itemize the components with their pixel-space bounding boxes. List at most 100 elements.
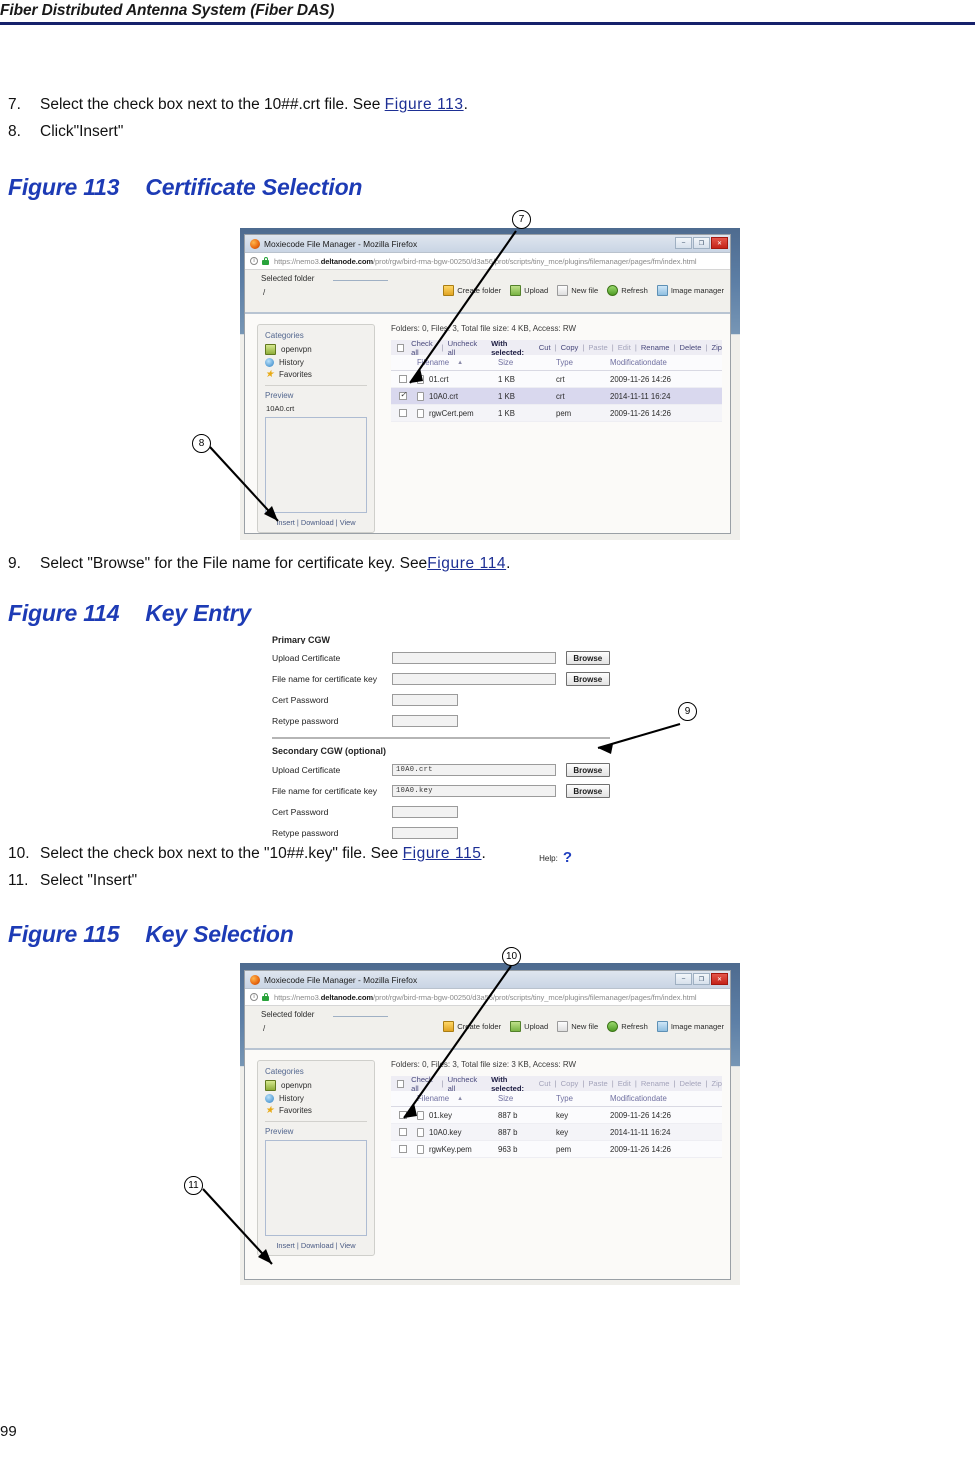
table-row[interactable]: 01.crt 1 KB crt 2009-11-26 14:26	[391, 371, 722, 388]
master-checkbox[interactable]	[397, 1079, 405, 1088]
check-all-link[interactable]: Check all	[411, 1075, 438, 1093]
table-row[interactable]: rgwKey.pem 963 b pem 2009-11-26 14:26	[391, 1141, 722, 1158]
row-checkbox[interactable]	[399, 1128, 407, 1136]
image-manager-button[interactable]: Image manager	[656, 285, 724, 296]
input-file-name-for-certificate-key[interactable]	[392, 672, 556, 685]
input-cert-password-secondary[interactable]	[392, 805, 458, 818]
new-file-button[interactable]: New file	[557, 1021, 598, 1032]
refresh-button[interactable]: Refresh	[607, 285, 648, 296]
row-checkbox[interactable]	[399, 1111, 407, 1119]
uncheck-all-link[interactable]: Uncheck all	[448, 339, 481, 357]
cell-date: 2009-11-26 14:26	[610, 1144, 671, 1154]
window-controls: – ❐ ✕	[675, 237, 728, 249]
input-file-name-for-certificate-key-secondary[interactable]: 10A0.key	[392, 784, 556, 797]
row-checkbox[interactable]	[399, 1145, 407, 1153]
column-header-type[interactable]: Type	[556, 358, 610, 367]
create-folder-button[interactable]: Create folder	[443, 1021, 501, 1032]
column-header-type[interactable]: Type	[556, 1094, 610, 1103]
column-header-filename[interactable]: Filename ▲	[417, 358, 498, 367]
row-checkbox-cell[interactable]	[391, 409, 417, 417]
site-info-icon[interactable]: i	[250, 257, 258, 265]
close-button[interactable]: ✕	[711, 237, 728, 249]
browse-button-secondary-cert[interactable]: Browse	[565, 762, 610, 777]
row-checkbox-cell[interactable]	[391, 1145, 417, 1153]
image-manager-icon	[656, 285, 668, 296]
row-checkbox[interactable]	[399, 409, 407, 417]
maximize-button[interactable]: ❐	[693, 973, 710, 985]
site-info-icon[interactable]: i	[250, 993, 258, 1001]
column-header-date[interactable]: Modificationdate	[610, 1094, 722, 1103]
copy-link[interactable]: Copy	[561, 343, 579, 352]
upload-button[interactable]: Upload	[510, 1021, 548, 1032]
sidebar-item-openvpn[interactable]: openvpn	[265, 1080, 367, 1091]
browse-button[interactable]: Browse	[565, 671, 610, 686]
list-item: 7. Select the check box next to the 10##.…	[8, 96, 468, 123]
figure-xref-115[interactable]: Figure 115	[403, 845, 482, 862]
url-bar[interactable]: i https://nemo3.deltanode.com/prot/rgw/b…	[245, 989, 730, 1006]
maximize-button[interactable]: ❐	[693, 237, 710, 249]
categories-header: Categories	[265, 1067, 304, 1076]
input-retype-password[interactable]	[392, 714, 458, 727]
minimize-button[interactable]: –	[675, 973, 692, 985]
secondary-cgw-header: Secondary CGW (optional)	[272, 746, 387, 756]
row-checkbox-cell[interactable]	[391, 390, 417, 400]
separator: |	[673, 1079, 676, 1088]
row-checkbox-cell[interactable]	[391, 1128, 417, 1136]
row-checkbox[interactable]	[399, 375, 407, 383]
upload-button[interactable]: Upload	[510, 285, 548, 296]
window-titlebar: Moxiecode File Manager - Mozilla Firefox…	[245, 235, 730, 253]
help-question-icon[interactable]: ?	[563, 850, 572, 865]
row-checkbox-cell[interactable]	[391, 1111, 417, 1119]
selected-folder-rule	[333, 280, 388, 281]
input-upload-certificate[interactable]	[392, 651, 556, 664]
input-cert-password[interactable]	[392, 693, 458, 706]
check-all-link[interactable]: Check all	[411, 339, 438, 357]
separator: |	[611, 343, 614, 352]
column-header-date[interactable]: Modificationdate	[610, 358, 722, 367]
create-folder-button[interactable]: Create folder	[443, 285, 501, 296]
refresh-button[interactable]: Refresh	[607, 1021, 648, 1032]
browse-button[interactable]: Browse	[565, 650, 610, 665]
toolbar-buttons: Create folder Upload New file Refresh Im…	[443, 1021, 724, 1032]
image-manager-button[interactable]: Image manager	[656, 1021, 724, 1032]
table-row[interactable]: 01.key 887 b key 2009-11-26 14:26	[391, 1107, 722, 1124]
zip-link[interactable]: Zip	[711, 343, 722, 352]
figure-xref-114[interactable]: Figure 114	[427, 555, 506, 572]
new-file-button[interactable]: New file	[557, 285, 598, 296]
preview-actions[interactable]: Insert | Download | View	[265, 518, 367, 527]
file-action-bar: Check all | Uncheck all With selected: C…	[391, 1075, 722, 1093]
row-checkbox[interactable]	[399, 390, 407, 400]
browse-button-secondary-key[interactable]: Browse	[565, 783, 610, 798]
close-button[interactable]: ✕	[711, 973, 728, 985]
sidebar-item-label: Favorites	[279, 1106, 312, 1115]
form-row-upload-certificate-secondary: Upload Certificate 10A0.crt Browse	[272, 759, 610, 780]
firefox-icon	[250, 238, 260, 249]
column-header-filename[interactable]: Filename ▲	[417, 1094, 498, 1103]
sidebar-item-history[interactable]: History	[265, 1094, 367, 1103]
sidebar-item-history[interactable]: History	[265, 358, 367, 367]
minimize-button[interactable]: –	[675, 237, 692, 249]
refresh-label: Refresh	[621, 1022, 648, 1031]
callout-11: 11	[184, 1176, 203, 1195]
rename-link[interactable]: Rename	[641, 343, 670, 352]
column-header-size[interactable]: Size	[498, 358, 556, 367]
sidebar-item-openvpn[interactable]: openvpn	[265, 344, 367, 355]
table-row[interactable]: rgwCert.pem 1 KB pem 2009-11-26 14:26	[391, 405, 722, 422]
sidebar-item-favorites[interactable]: ★ Favorites	[265, 370, 367, 380]
table-row[interactable]: 10A0.crt 1 KB crt 2014-11-11 16:24	[391, 388, 722, 405]
delete-link[interactable]: Delete	[680, 343, 702, 352]
file-manager-sidebar: Categories openvpn History ★ Favorites Pr…	[257, 1060, 375, 1256]
upload-label: Upload	[524, 1022, 549, 1031]
preview-actions[interactable]: Insert | Download | View	[265, 1241, 367, 1250]
cut-link[interactable]: Cut	[539, 343, 551, 352]
uncheck-all-link[interactable]: Uncheck all	[448, 1075, 481, 1093]
row-checkbox-cell[interactable]	[391, 375, 417, 383]
input-upload-certificate-secondary[interactable]: 10A0.crt	[392, 763, 556, 776]
sidebar-item-favorites[interactable]: ★ Favorites	[265, 1106, 367, 1116]
figure-xref-113[interactable]: Figure 113	[385, 96, 464, 113]
table-row[interactable]: 10A0.key 887 b key 2014-11-11 16:24	[391, 1124, 722, 1141]
url-bar[interactable]: i https://nemo3.deltanode.com/prot/rgw/b…	[245, 253, 730, 270]
input-retype-password-secondary[interactable]	[392, 826, 458, 839]
column-header-size[interactable]: Size	[498, 1094, 556, 1103]
master-checkbox[interactable]	[397, 343, 405, 352]
